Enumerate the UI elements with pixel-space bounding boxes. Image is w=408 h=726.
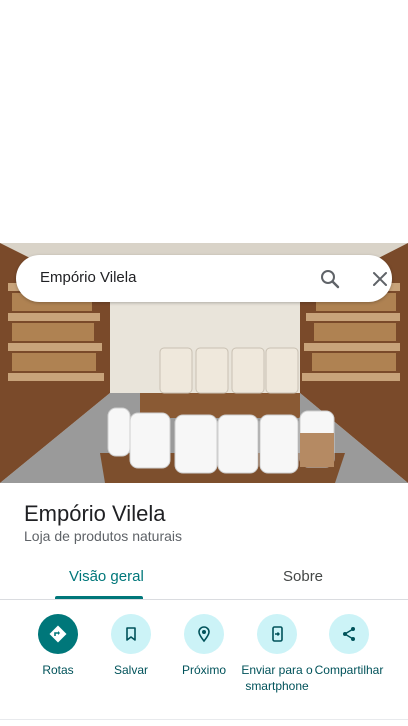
directions-icon (38, 614, 78, 654)
map-area-blank (0, 0, 408, 243)
nearby-button[interactable]: Próximo (164, 614, 244, 678)
place-title: Empório Vilela (24, 501, 166, 526)
tab-overview[interactable]: Visão geral (69, 568, 144, 585)
nearby-icon (184, 614, 224, 654)
place-category[interactable]: Loja de produtos naturais (24, 528, 182, 544)
share-button[interactable]: Compartilhar (309, 614, 389, 678)
share-icon (329, 614, 369, 654)
search-bar[interactable]: Empório Vilela (16, 255, 392, 302)
bookmark-icon (111, 614, 151, 654)
share-label: Compartilhar (314, 663, 384, 677)
tab-about[interactable]: Sobre (283, 568, 323, 585)
search-icon[interactable] (318, 267, 342, 291)
save-label: Salvar (113, 663, 148, 677)
tabs-divider (0, 599, 408, 600)
bottom-divider (0, 719, 408, 720)
send-to-phone-icon (257, 614, 297, 654)
nearby-label: Próximo (181, 663, 226, 677)
save-button[interactable]: Salvar (91, 614, 171, 678)
send-to-phone-button[interactable]: Enviar para o smartphone (237, 614, 317, 694)
close-icon[interactable] (368, 267, 392, 291)
directions-label: Rotas (42, 663, 74, 677)
send-to-phone-label: Enviar para o smartphone (241, 663, 313, 693)
search-query-text[interactable]: Empório Vilela (40, 269, 136, 286)
directions-button[interactable]: Rotas (18, 614, 98, 678)
